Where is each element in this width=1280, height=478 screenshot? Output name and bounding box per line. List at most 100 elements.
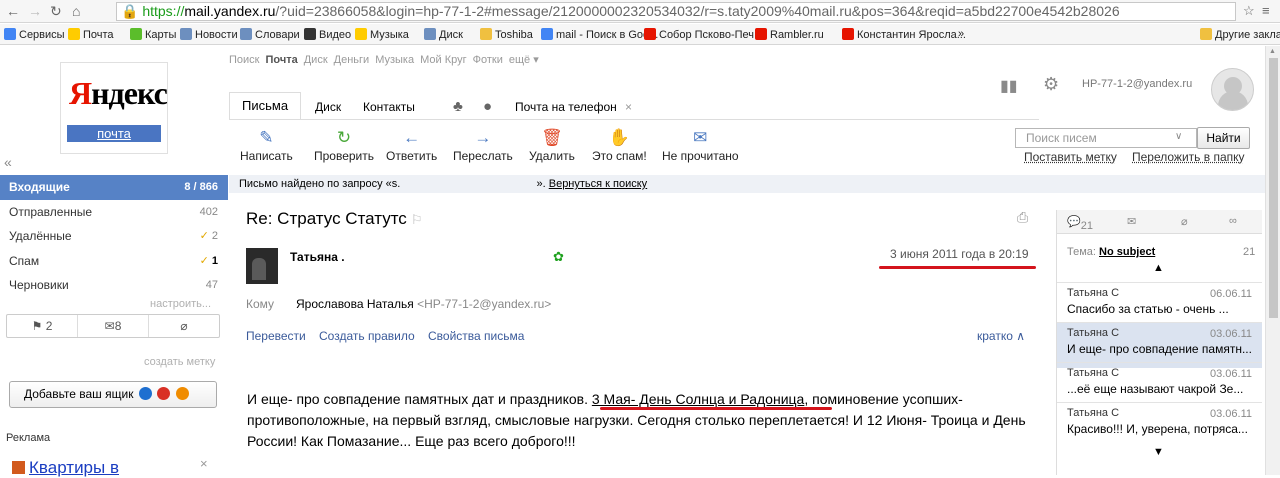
menu-icon[interactable]: ≡ <box>1262 3 1270 18</box>
bookmark-item[interactable]: Карты <box>130 28 176 41</box>
ad-link[interactable]: Квартиры в <box>12 458 119 478</box>
search-button[interactable]: Найти <box>1197 127 1250 149</box>
star-icon[interactable]: ☆ <box>1243 3 1255 19</box>
bookmark-item[interactable]: Константин Яросла... <box>842 28 966 41</box>
brief-toggle[interactable]: кратко ∧ <box>977 329 1025 343</box>
scrollbar[interactable]: ▲ <box>1265 46 1280 475</box>
folder-item[interactable]: Спам ✓ 1 <box>0 249 228 274</box>
tab-mobile-mail[interactable]: Почта на телефон <box>515 94 617 120</box>
chevron-down-icon[interactable]: ∨ <box>1175 131 1182 142</box>
refresh-button[interactable]: ↻ Проверить <box>314 127 374 163</box>
thread-tab-links[interactable]: ∞ <box>1229 215 1237 227</box>
check-icon[interactable]: ✓ <box>200 255 212 267</box>
folder-item[interactable]: Входящие 8 / 866 <box>0 175 228 200</box>
back-icon[interactable]: ← <box>6 3 20 19</box>
unread-filter[interactable]: ✉8 <box>78 315 149 337</box>
sender-name[interactable]: Татьяна . <box>290 250 345 264</box>
create-rule-link[interactable]: Создать правило <box>319 329 415 343</box>
bookmark-item[interactable]: Словари <box>240 28 300 41</box>
mailru-icon <box>138 387 152 400</box>
back-to-search-link[interactable]: Вернуться к поиску <box>549 178 647 190</box>
scroll-down-icon[interactable]: ▼ <box>1153 446 1164 458</box>
check-icon[interactable]: ✓ <box>200 230 212 242</box>
message-properties-link[interactable]: Свойства письма <box>428 329 524 343</box>
service-link[interactable]: Диск <box>304 54 328 66</box>
forward-button[interactable]: → Переслать <box>453 127 513 163</box>
folder-item[interactable]: Отправленные 402 <box>0 200 228 225</box>
close-icon[interactable]: × <box>200 456 208 471</box>
logo-service-link[interactable]: почта <box>67 125 161 142</box>
flag-outline-icon[interactable]: ⚐ <box>411 212 423 227</box>
thread-tab-conversation[interactable]: 💬 21 <box>1067 215 1093 232</box>
add-mailbox-button[interactable]: Добавьте ваш ящик <box>9 381 217 408</box>
user-email[interactable]: HP-77-1-2@yandex.ru <box>1082 78 1192 90</box>
bookmark-item[interactable]: Почта <box>68 28 114 41</box>
compose-button[interactable]: ✎ Написать <box>240 127 293 163</box>
bookmark-item[interactable]: Музыка <box>355 28 409 41</box>
bookmark-item[interactable]: Новости <box>180 28 238 41</box>
set-label-link[interactable]: Поставить метку <box>1024 150 1117 164</box>
scroll-up-icon[interactable]: ▲ <box>1153 262 1164 274</box>
bookmark-item[interactable]: mail - Поиск в Goo... <box>541 28 658 41</box>
browser-toolbar: ← → ↻ ⌂ 🔒 https://mail.yandex.ru/?uid=23… <box>0 0 1280 23</box>
trash-button[interactable]: 🗑 Удалить <box>529 127 575 163</box>
folder-item[interactable]: Удалённые ✓ 2 <box>0 224 228 249</box>
address-bar[interactable]: 🔒 https://mail.yandex.ru/?uid=23866058&l… <box>116 2 1236 21</box>
translate-link[interactable]: Перевести <box>246 329 306 343</box>
forward-nav-icon[interactable]: → <box>28 3 42 19</box>
thread-item-date: 03.06.11 <box>1209 408 1252 420</box>
folder-item[interactable]: Черновики 47 <box>0 273 228 298</box>
service-link[interactable]: Фотки <box>473 54 503 66</box>
bookmark-icon <box>842 28 854 40</box>
bookmark-icon <box>644 28 656 40</box>
yandex-logo[interactable]: Яндекс почта <box>60 62 168 154</box>
thread-tab-attachments[interactable]: ⌀ <box>1181 215 1188 228</box>
collapse-sidebar-icon[interactable]: « <box>4 154 12 170</box>
themes-icon[interactable]: ▮▮ <box>1000 76 1018 96</box>
reply-icon: ← <box>403 128 421 147</box>
scrollbar-thumb[interactable] <box>1269 58 1278 318</box>
bookmark-item[interactable]: Rambler.ru <box>755 28 824 41</box>
settings-gear-icon[interactable]: ⚙ <box>1043 74 1059 95</box>
bookmark-item[interactable]: » <box>958 28 964 40</box>
thread-tab-letters[interactable]: ✉ <box>1127 215 1136 228</box>
bookmark-item[interactable]: Другие закладки <box>1200 28 1280 41</box>
attachments-filter[interactable]: ⌀ <box>149 315 219 337</box>
service-link[interactable]: Деньги <box>334 54 370 66</box>
folder-settings-link[interactable]: настроить... <box>150 298 211 310</box>
service-link[interactable]: Музыка <box>375 54 414 66</box>
android-icon[interactable]: ♣ <box>453 94 463 120</box>
bookmark-item[interactable]: Видео <box>304 28 351 41</box>
apple-icon[interactable]: ● <box>483 94 492 120</box>
message-date: 3 июня 2011 года в 20:19 <box>890 247 1029 261</box>
home-icon[interactable]: ⌂ <box>72 3 80 19</box>
avatar[interactable] <box>1211 68 1254 111</box>
move-to-folder-link[interactable]: Переложить в папку <box>1132 150 1245 164</box>
service-link[interactable]: Мой Круг <box>420 54 467 66</box>
service-link[interactable]: Почта <box>265 54 297 66</box>
tab-contacts[interactable]: Контакты <box>363 94 415 120</box>
print-icon[interactable]: ⎙ <box>1017 209 1028 226</box>
bookmark-item[interactable]: Toshiba <box>480 28 533 41</box>
service-link[interactable]: ещё ▾ <box>509 54 539 66</box>
folder-name: Черновики <box>9 278 69 292</box>
bookmark-item[interactable]: Собор Псково-Печ... <box>644 28 763 41</box>
reload-icon[interactable]: ↻ <box>50 3 62 20</box>
search-input[interactable]: Поиск писем <box>1015 128 1197 148</box>
bookmark-item[interactable]: Диск <box>424 28 463 41</box>
envelope-button[interactable]: ✉ Не прочитано <box>662 127 739 163</box>
logo-brand: Яндекс <box>69 75 168 111</box>
reply-button[interactable]: ← Ответить <box>386 127 437 163</box>
tab-close-icon[interactable]: × <box>625 94 632 120</box>
tab-letters[interactable]: Письма <box>229 92 302 120</box>
tab-disk[interactable]: Диск <box>315 94 341 120</box>
scroll-up-arrow-icon[interactable]: ▲ <box>1269 48 1276 55</box>
create-label-link[interactable]: создать метку <box>144 356 215 368</box>
toolbar-label: Ответить <box>386 149 438 163</box>
flagged-filter[interactable]: ⚑ 2 <box>7 315 78 337</box>
spam-button[interactable]: ✋ Это спам! <box>592 127 647 163</box>
bookmark-item[interactable]: Сервисы <box>4 28 65 41</box>
service-link[interactable]: Поиск <box>229 54 259 66</box>
thread-item[interactable]: Татьяна С 03.06.11 Красиво!!! И, уверена, … <box>1057 402 1262 448</box>
recipient[interactable]: Ярославова Наталья <HP-77-1-2@yandex.ru> <box>296 297 551 311</box>
